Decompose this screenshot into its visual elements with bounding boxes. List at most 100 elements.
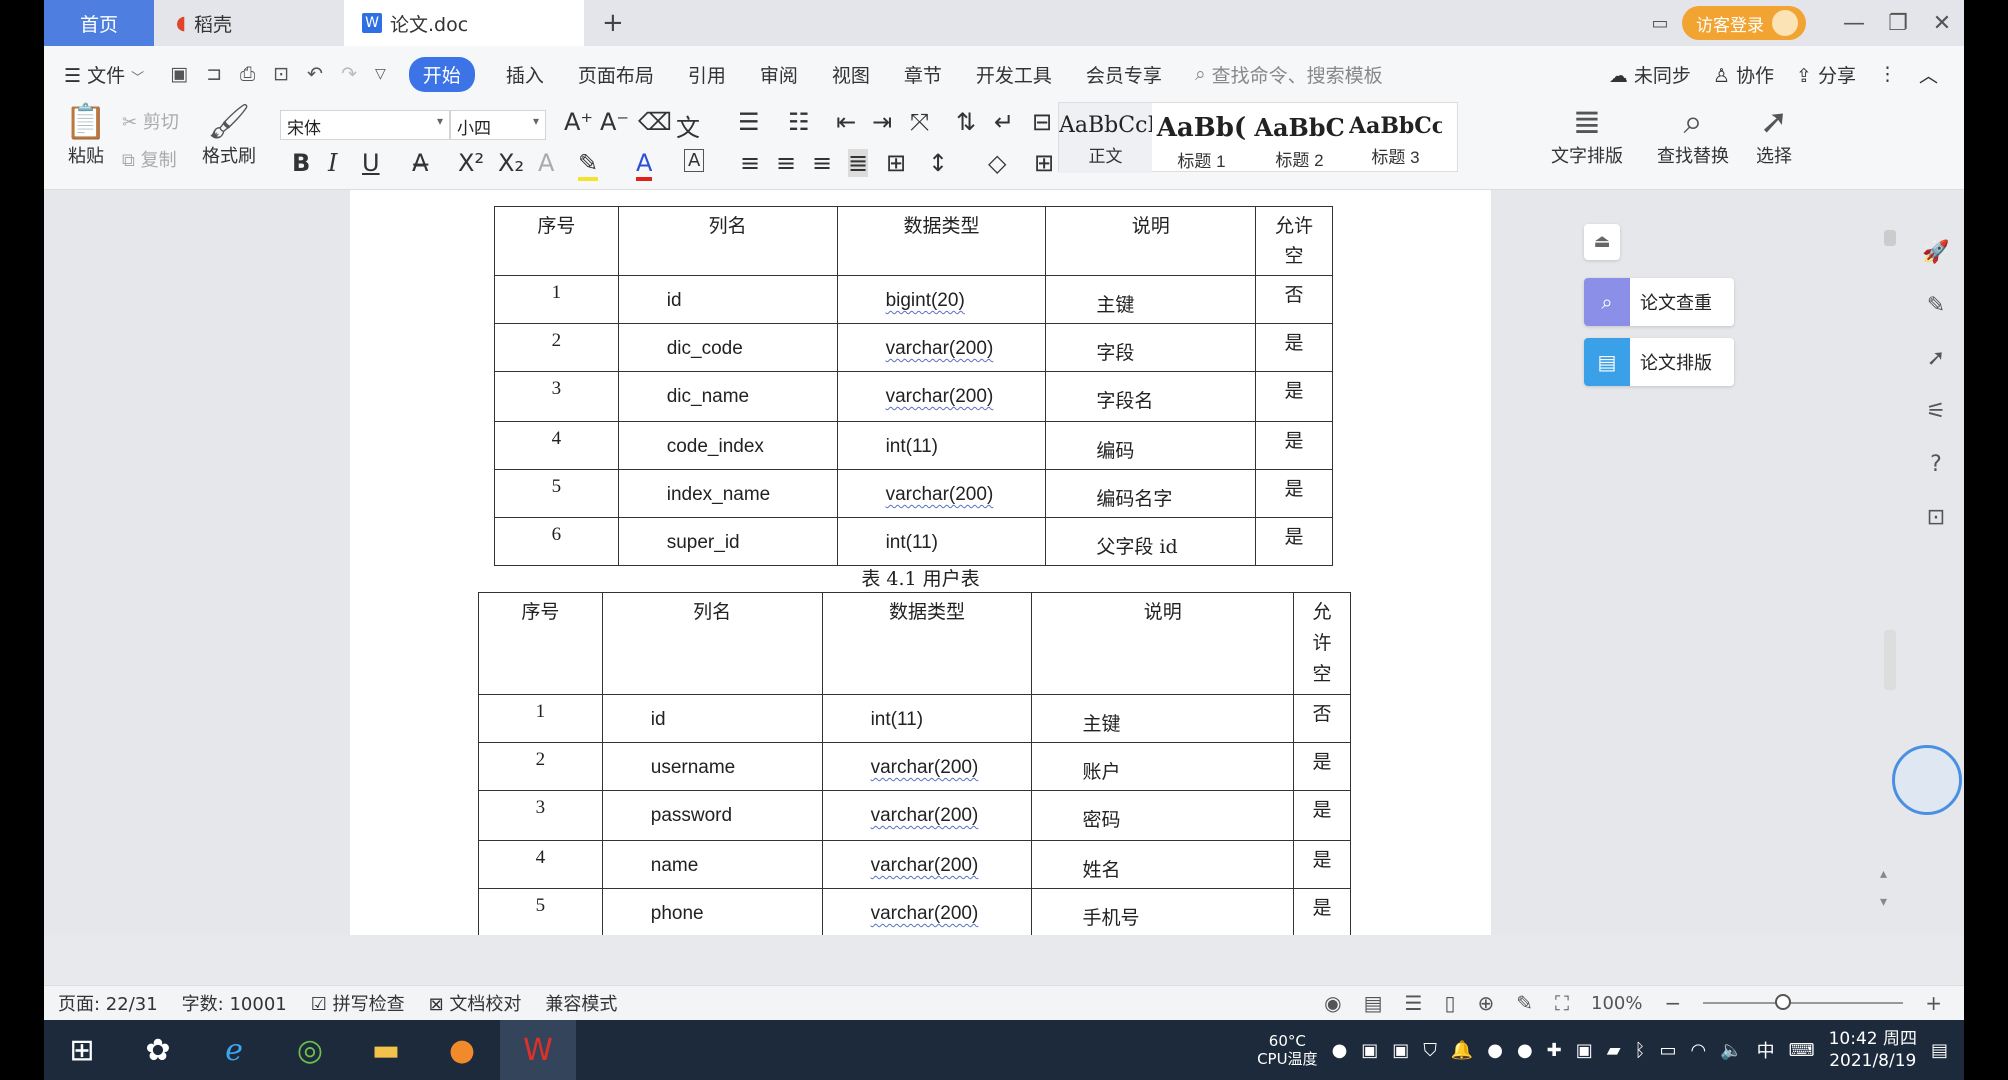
ime-indicator[interactable]: 中 [1757, 1037, 1775, 1063]
wps-icon[interactable]: W [500, 1020, 576, 1080]
paper-check-button[interactable]: ⌕ 论文查重 [1584, 278, 1734, 326]
proofread-button[interactable]: ⊠ 文档校对 [415, 990, 532, 1016]
export-pdf-icon[interactable]: ⊐ [197, 63, 231, 85]
sort-icon[interactable]: ⇅ [956, 108, 976, 136]
tab-home[interactable]: 首页 [44, 0, 154, 46]
font-grow-icon[interactable]: A⁺ [564, 108, 593, 136]
notification-icon[interactable]: ▤ [1931, 1040, 1948, 1061]
style-heading1[interactable]: AaBb( 标题 1 [1155, 103, 1248, 173]
image-tool-icon[interactable]: ⊡ [1927, 505, 1945, 530]
cut-button[interactable]: ✂ 剪切 [122, 108, 179, 134]
bell-icon[interactable]: 🔔 [1451, 1040, 1473, 1061]
menu-developer[interactable]: 开发工具 [959, 61, 1069, 88]
decrease-indent-icon[interactable]: ⇤ [836, 108, 856, 136]
vertical-scrollbar[interactable]: ▴ ▾ [1880, 190, 1900, 935]
print-icon[interactable]: ⎙ [231, 63, 264, 85]
align-right-icon[interactable]: ≡ [812, 149, 832, 177]
save-icon[interactable]: ▣ [161, 63, 197, 85]
paste-button[interactable]: 📋 粘贴 [56, 102, 116, 168]
sync-button[interactable]: ☁ 未同步 [1609, 61, 1691, 88]
bluetooth-icon[interactable]: ᛒ [1635, 1040, 1646, 1061]
font-color-icon[interactable]: A [636, 149, 653, 181]
eye-protect-icon[interactable]: ◉ [1324, 991, 1341, 1015]
assistant-bubble[interactable] [1892, 745, 1962, 815]
copy-button[interactable]: ⧉ 复制 [122, 146, 177, 172]
reading-view-icon[interactable]: ▯ [1444, 991, 1455, 1015]
prev-page-icon[interactable]: ▴ [1880, 866, 1887, 882]
guest-login-button[interactable]: 访客登录 [1682, 6, 1806, 40]
select-button[interactable]: ➚ 选择 [1744, 102, 1804, 168]
tray-app-icon[interactable]: ▣ [1392, 1040, 1409, 1061]
restore-button[interactable]: ❐ [1876, 11, 1920, 36]
text-effect-icon[interactable]: A [538, 149, 554, 177]
ie-icon[interactable]: ℯ [196, 1020, 272, 1080]
zoom-slider-knob[interactable] [1775, 994, 1792, 1010]
menu-view[interactable]: 视图 [815, 61, 887, 88]
justify-icon[interactable]: ≣ [848, 149, 869, 177]
scroll-thumb[interactable] [1884, 230, 1896, 246]
style-heading2[interactable]: AaBbC 标题 2 [1253, 103, 1346, 173]
fit-page-icon[interactable]: ⛶ [1555, 991, 1569, 1015]
battery-icon[interactable]: ▭ [1659, 1040, 1676, 1061]
spell-check-button[interactable]: ☑ 拼写检查 [297, 990, 415, 1016]
outline-view-icon[interactable]: ☰ [1405, 991, 1423, 1015]
menu-chapter[interactable]: 章节 [887, 61, 959, 88]
next-page-icon[interactable]: ▾ [1880, 894, 1887, 910]
chinese-layout-icon[interactable]: ⤧ [910, 108, 929, 136]
app-icon-1[interactable]: ✿ [120, 1020, 196, 1080]
clear-format-icon[interactable]: ⌫ [638, 108, 672, 136]
bullet-list-icon[interactable]: ☰ [738, 108, 760, 136]
align-left-icon[interactable]: ≡ [740, 149, 760, 177]
menu-member[interactable]: 会员专享 [1069, 61, 1179, 88]
tray-app-icon[interactable]: ● [1332, 1040, 1348, 1061]
superscript-icon[interactable]: X² [458, 149, 484, 177]
windows-start-icon[interactable]: ⊞ [44, 1020, 120, 1080]
tray-app-icon[interactable]: ▣ [1361, 1040, 1378, 1061]
menu-page-layout[interactable]: 页面布局 [561, 61, 671, 88]
close-button[interactable]: ✕ [1920, 11, 1964, 36]
show-marks-icon[interactable]: ↵ [994, 108, 1014, 136]
paper-layout-button[interactable]: ▤ 论文排版 [1584, 338, 1734, 386]
wifi-icon[interactable]: ◠ [1690, 1040, 1706, 1061]
rocket-icon[interactable]: 🚀 [1922, 240, 1949, 265]
distributed-icon[interactable]: ⊞ [886, 149, 906, 177]
tray-app-icon[interactable]: ● [1487, 1040, 1503, 1061]
cursor-icon[interactable]: ➚ [1927, 346, 1945, 371]
shading-icon[interactable]: ◇ [988, 149, 1006, 177]
style-heading3[interactable]: AaBbCcl 标题 3 [1349, 103, 1442, 173]
command-search[interactable]: ⌕ 查找命令、搜索模板 [1195, 61, 1383, 88]
font-name-select[interactable]: 宋体 ▾ [280, 110, 450, 140]
pen-icon[interactable]: ✎ [1927, 293, 1945, 318]
tray-app-icon[interactable]: ● [1517, 1040, 1533, 1061]
scroll-thumb-lower[interactable] [1884, 630, 1896, 690]
table-grid-icon[interactable]: ⊟ [1032, 108, 1052, 136]
font-size-select[interactable]: 小四 ▾ [450, 110, 546, 140]
collapse-panel-button[interactable]: ⏏ [1584, 224, 1620, 260]
share-button[interactable]: ⇪ 分享 [1796, 61, 1856, 88]
tray-app-icon[interactable]: ✚ [1547, 1040, 1562, 1061]
format-painter-button[interactable]: 🖌 格式刷 [194, 102, 264, 168]
write-view-icon[interactable]: ✎ [1516, 991, 1533, 1015]
menu-review[interactable]: 审阅 [743, 61, 815, 88]
page-indicator[interactable]: 页面: 22/31 [44, 990, 168, 1016]
align-center-icon[interactable]: ≡ [776, 149, 796, 177]
zoom-level[interactable]: 100% [1591, 993, 1642, 1014]
page-view-icon[interactable]: ▤ [1364, 991, 1383, 1015]
shield-icon[interactable]: ⛉ [1423, 1040, 1437, 1061]
undo-icon[interactable]: ↶ [298, 63, 332, 85]
text-layout-button[interactable]: ≣ 文字排版 [1542, 102, 1632, 168]
sliders-icon[interactable]: ⚟ [1926, 399, 1946, 424]
volume-icon[interactable]: 🔈 [1720, 1040, 1742, 1061]
zoom-slider[interactable] [1703, 994, 1904, 1010]
menu-insert[interactable]: 插入 [489, 61, 561, 88]
style-normal[interactable]: AaBbCcI 正文 [1059, 103, 1152, 173]
underline-icon[interactable]: U [362, 149, 380, 177]
collapse-ribbon-icon[interactable]: ︿ [1919, 61, 1938, 88]
numbered-list-icon[interactable]: ☷ [788, 108, 810, 136]
find-replace-button[interactable]: ⌕ 查找替换 [1648, 102, 1738, 168]
menu-start[interactable]: 开始 [408, 56, 475, 92]
italic-icon[interactable]: I [328, 149, 337, 177]
strikethrough-icon[interactable]: A̶ [412, 149, 428, 177]
bold-icon[interactable]: B [292, 149, 310, 177]
help-icon[interactable]: ? [1930, 452, 1942, 477]
